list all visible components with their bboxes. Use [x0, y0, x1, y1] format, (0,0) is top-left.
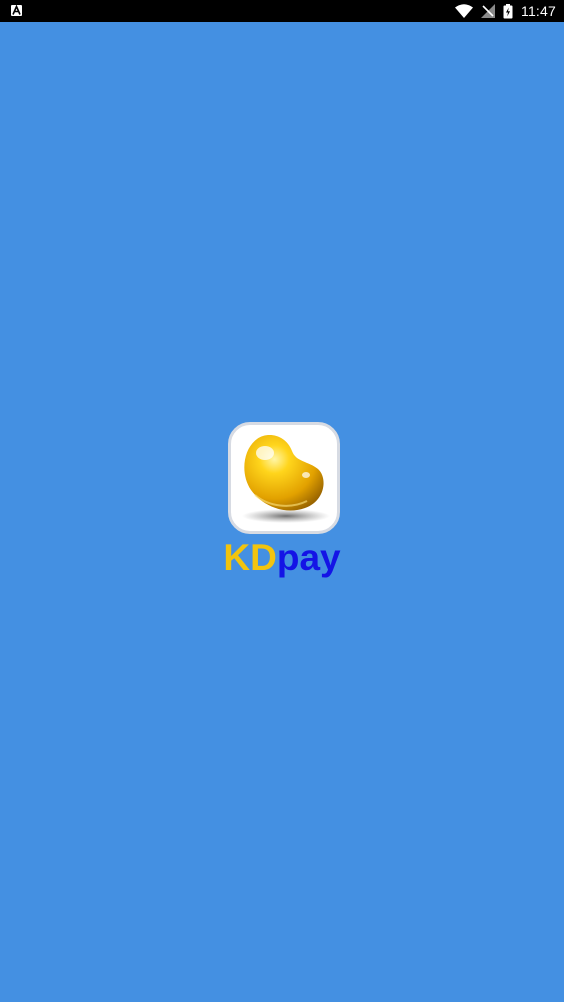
status-bar: 11:47 — [0, 0, 564, 22]
status-icons: 11:47 — [455, 0, 556, 22]
splash-screen: 11:47 KDpay — [0, 0, 564, 1002]
no-signal-icon — [481, 4, 495, 18]
status-time: 11:47 — [521, 3, 556, 19]
app-name-part-pay: pay — [276, 537, 341, 578]
wifi-icon — [455, 4, 473, 18]
battery-charging-icon — [503, 3, 513, 19]
text-a-notification-icon — [11, 5, 22, 16]
bean-logo-icon — [228, 422, 340, 534]
app-name-part-kd: KD — [223, 537, 277, 578]
app-name: KDpay — [0, 536, 564, 580]
